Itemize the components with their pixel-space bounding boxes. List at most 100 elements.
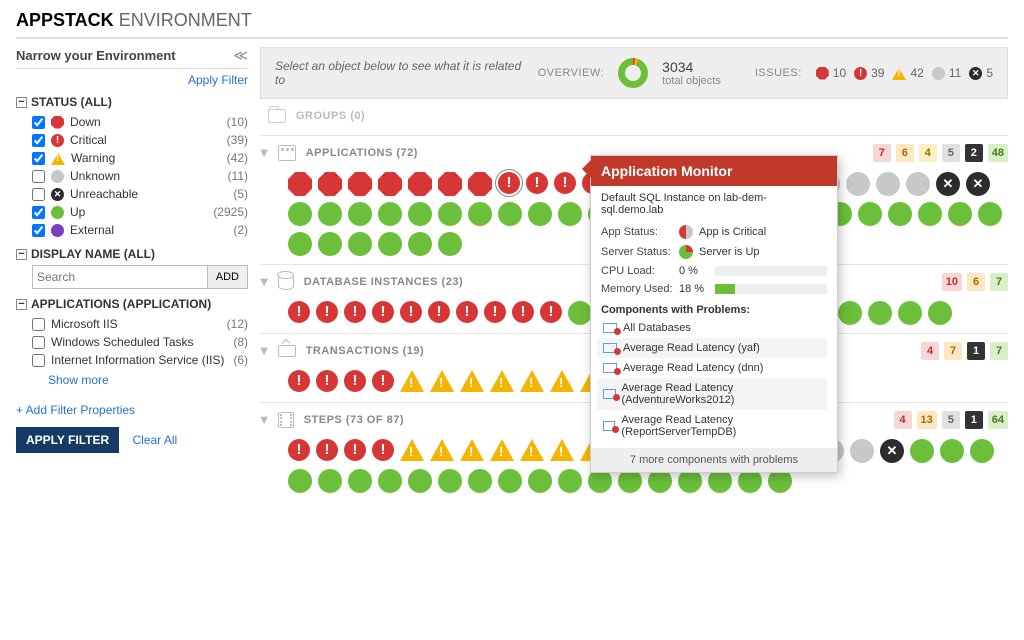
status-dot[interactable] — [348, 469, 372, 493]
status-dot[interactable] — [408, 469, 432, 493]
status-dot[interactable] — [316, 370, 338, 392]
status-dot[interactable] — [940, 439, 964, 463]
status-dot[interactable] — [520, 439, 544, 461]
status-dot[interactable] — [408, 172, 432, 196]
status-dot[interactable] — [318, 202, 342, 226]
status-dot[interactable] — [528, 202, 552, 226]
status-dot[interactable] — [498, 172, 520, 194]
status-dot[interactable] — [858, 202, 882, 226]
status-dot[interactable] — [876, 172, 900, 196]
status-dot[interactable] — [378, 469, 402, 493]
app-filter[interactable]: Internet Information Service (IIS)(6) — [32, 351, 248, 369]
status-dot[interactable] — [490, 439, 514, 461]
status-dot[interactable] — [288, 301, 310, 323]
groups-row[interactable]: GROUPS (0) — [260, 99, 1008, 127]
status-dot[interactable] — [520, 370, 544, 392]
status-dot[interactable] — [970, 439, 994, 463]
status-dot[interactable] — [378, 202, 402, 226]
chevron-down-icon[interactable]: ▶ — [258, 347, 269, 355]
status-dot[interactable] — [348, 232, 372, 256]
status-dot[interactable] — [288, 232, 312, 256]
problem-component[interactable]: All Databases — [597, 318, 827, 338]
status-dot[interactable] — [344, 439, 366, 461]
status-dot[interactable] — [568, 301, 592, 325]
chevron-down-icon[interactable]: ▶ — [258, 149, 269, 157]
checkbox[interactable] — [32, 354, 45, 367]
status-dot[interactable] — [372, 370, 394, 392]
status-dot[interactable] — [540, 301, 562, 323]
chevron-down-icon[interactable]: ▶ — [258, 278, 269, 286]
status-dot[interactable] — [888, 202, 912, 226]
status-filter-ext[interactable]: External(2) — [32, 221, 248, 239]
status-dot[interactable] — [348, 202, 372, 226]
status-dot[interactable] — [484, 301, 506, 323]
status-dot[interactable] — [846, 172, 870, 196]
chevron-down-icon[interactable]: ▶ — [258, 416, 269, 424]
status-dot[interactable] — [978, 202, 1002, 226]
checkbox[interactable] — [32, 224, 45, 237]
status-dot[interactable] — [528, 469, 552, 493]
status-dot[interactable] — [468, 172, 492, 196]
status-dot[interactable] — [438, 172, 462, 196]
status-dot[interactable] — [558, 469, 582, 493]
status-dot[interactable] — [318, 469, 342, 493]
status-dot[interactable] — [526, 172, 548, 194]
checkbox[interactable] — [32, 336, 45, 349]
status-dot[interactable] — [378, 172, 402, 196]
status-dot[interactable] — [910, 439, 934, 463]
checkbox[interactable] — [32, 206, 45, 219]
status-dot[interactable] — [348, 172, 372, 196]
status-dot[interactable] — [868, 301, 892, 325]
status-dot[interactable] — [316, 301, 338, 323]
status-dot[interactable] — [460, 370, 484, 392]
status-dot[interactable] — [898, 301, 922, 325]
status-filter-unr[interactable]: Unreachable(5) — [32, 185, 248, 203]
status-dot[interactable] — [288, 172, 312, 196]
status-filter-crit[interactable]: Critical(39) — [32, 131, 248, 149]
status-dot[interactable] — [288, 370, 310, 392]
status-dot[interactable] — [498, 202, 522, 226]
status-dot[interactable] — [408, 202, 432, 226]
checkbox[interactable] — [32, 318, 45, 331]
status-dot[interactable] — [490, 370, 514, 392]
status-dot[interactable] — [456, 301, 478, 323]
app-filter[interactable]: Windows Scheduled Tasks(8) — [32, 333, 248, 351]
status-dot[interactable] — [558, 202, 582, 226]
show-more-link[interactable]: Show more — [48, 373, 248, 387]
search-input[interactable] — [32, 265, 208, 289]
status-dot[interactable] — [318, 172, 342, 196]
status-dot[interactable] — [372, 301, 394, 323]
status-filter-down[interactable]: Down(10) — [32, 113, 248, 131]
status-dot[interactable] — [438, 469, 462, 493]
status-dot[interactable] — [288, 439, 310, 461]
checkbox[interactable] — [32, 188, 45, 201]
status-dot[interactable] — [344, 301, 366, 323]
status-dot[interactable] — [906, 172, 930, 196]
status-dot[interactable] — [438, 232, 462, 256]
status-dot[interactable] — [318, 232, 342, 256]
status-dot[interactable] — [400, 301, 422, 323]
status-filter-warn[interactable]: Warning(42) — [32, 149, 248, 167]
status-dot[interactable] — [428, 301, 450, 323]
status-dot[interactable] — [430, 370, 454, 392]
displayname-section-header[interactable]: −DISPLAY NAME (ALL) — [16, 247, 248, 261]
status-dot[interactable] — [316, 439, 338, 461]
collapse-sidebar-icon[interactable]: ≪ — [233, 47, 248, 64]
checkbox[interactable] — [32, 116, 45, 129]
status-dot[interactable] — [850, 439, 874, 463]
status-dot[interactable] — [288, 202, 312, 226]
status-dot[interactable] — [378, 232, 402, 256]
status-dot[interactable] — [460, 439, 484, 461]
checkbox[interactable] — [32, 170, 45, 183]
status-dot[interactable] — [400, 439, 424, 461]
status-dot[interactable] — [344, 370, 366, 392]
status-dot[interactable] — [936, 172, 960, 196]
status-dot[interactable] — [468, 469, 492, 493]
clear-all-link[interactable]: Clear All — [132, 433, 177, 447]
status-dot[interactable] — [918, 202, 942, 226]
status-dot[interactable] — [400, 370, 424, 392]
status-section-header[interactable]: −STATUS (ALL) — [16, 95, 248, 109]
add-filter-properties-link[interactable]: + Add Filter Properties — [16, 403, 248, 417]
status-dot[interactable] — [372, 439, 394, 461]
checkbox[interactable] — [32, 152, 45, 165]
